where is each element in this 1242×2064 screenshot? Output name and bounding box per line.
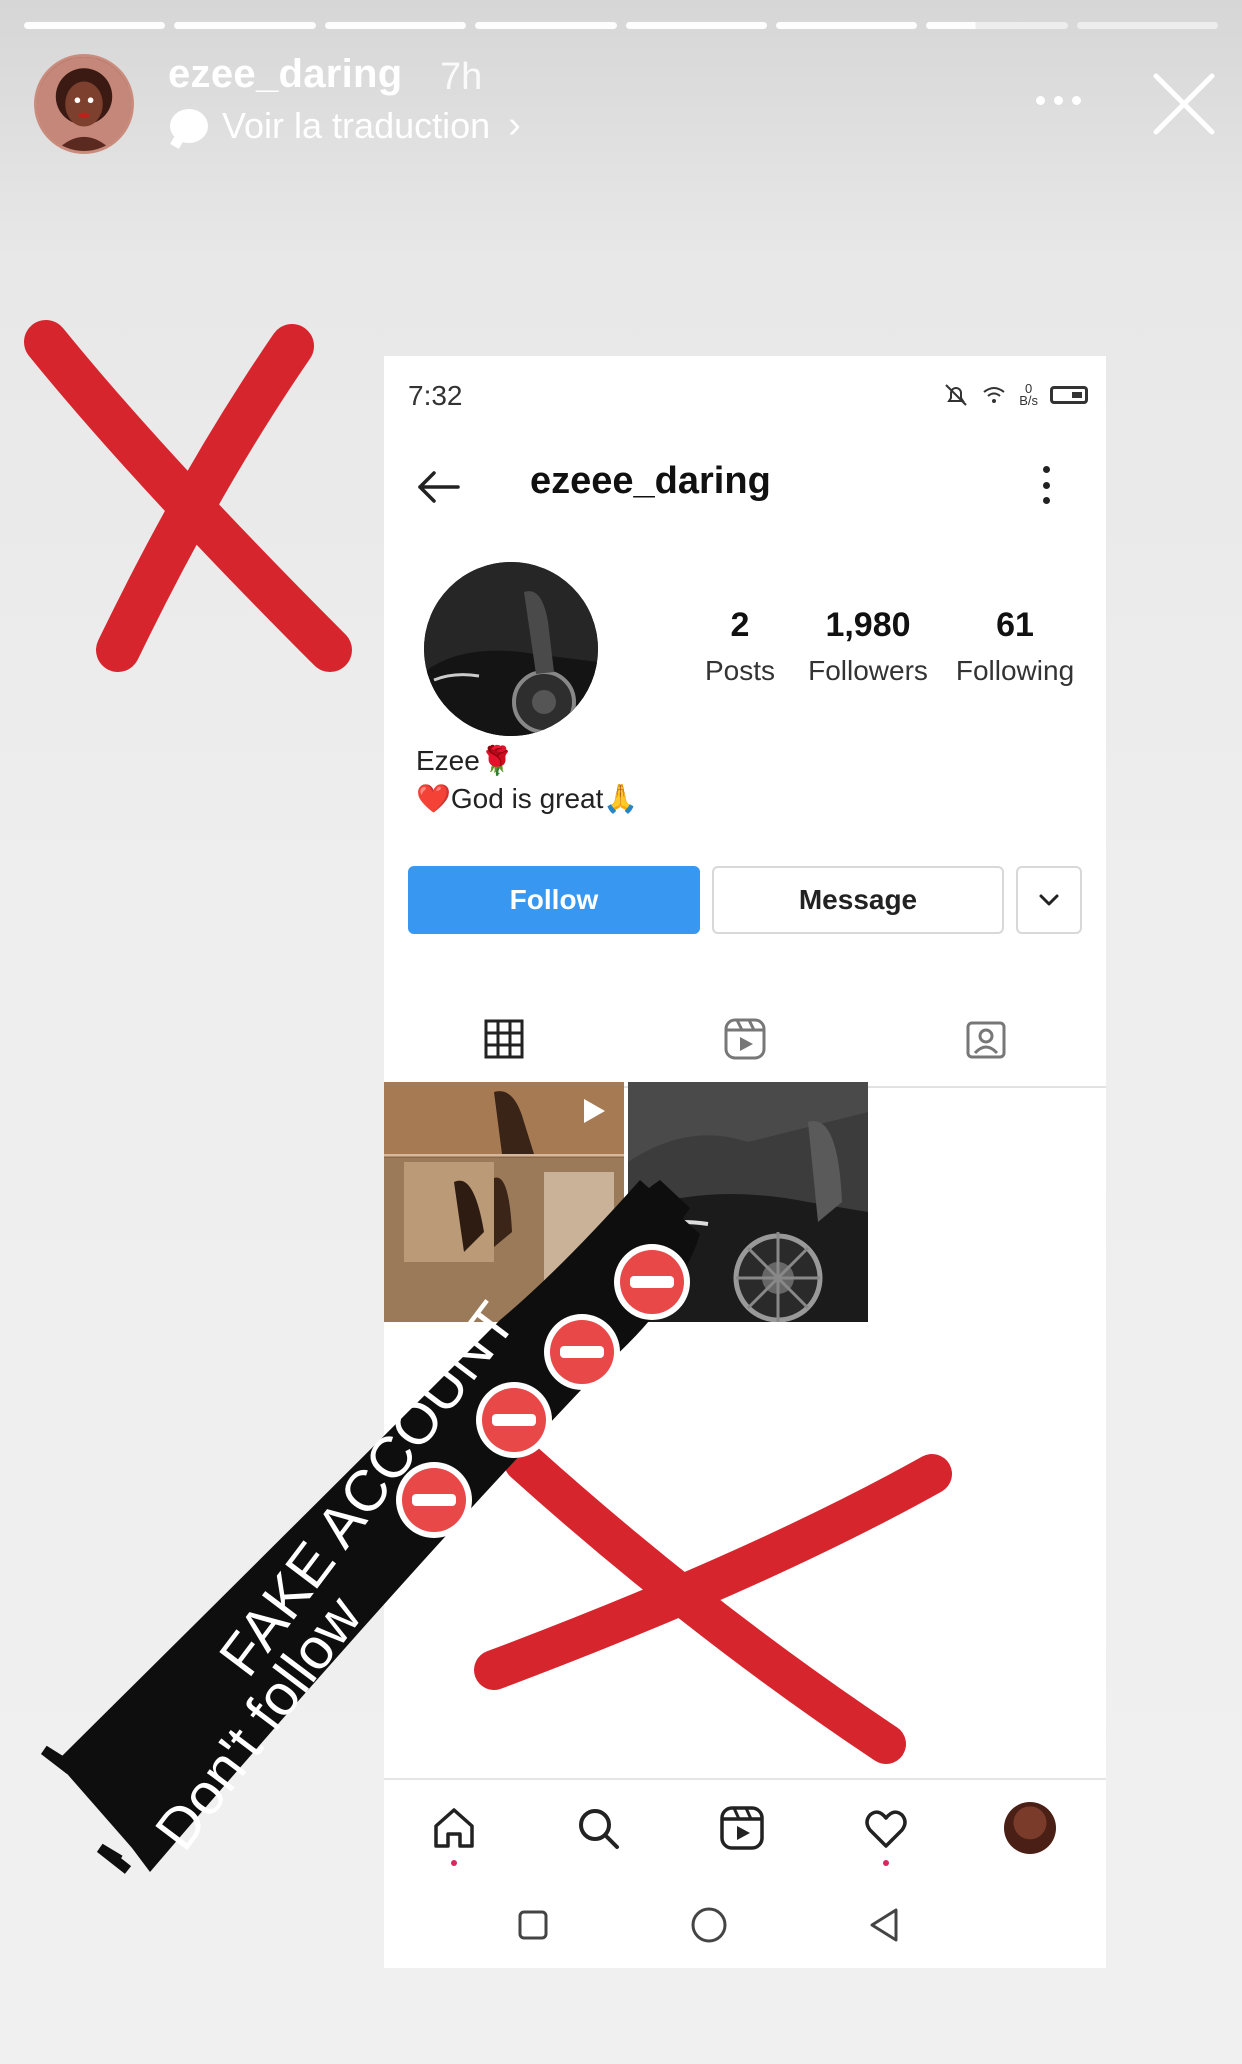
profile-header: ezeee_daring xyxy=(384,452,1106,524)
back-arrow-icon[interactable] xyxy=(414,462,464,512)
status-icons: 0 B/s xyxy=(943,382,1088,408)
stat-value: 1,980 xyxy=(825,606,911,644)
profile-menu-button[interactable] xyxy=(1036,460,1056,510)
notification-dot xyxy=(883,1860,889,1866)
message-button[interactable]: Message xyxy=(712,866,1004,934)
more-options-button[interactable] xyxy=(1036,80,1090,120)
suggested-dropdown-button[interactable] xyxy=(1016,866,1082,934)
home-icon xyxy=(434,1808,474,1848)
profile-username: ezeee_daring xyxy=(530,460,771,502)
bottom-nav xyxy=(384,1778,1106,1878)
nav-activity[interactable] xyxy=(850,1792,922,1866)
notification-dot xyxy=(451,1860,457,1866)
tagged-person-icon xyxy=(966,1021,1006,1059)
tab-reels[interactable] xyxy=(625,990,865,1088)
progress-segment xyxy=(625,22,767,29)
heart-icon xyxy=(865,1810,907,1848)
search-icon xyxy=(579,1809,619,1849)
follow-button[interactable]: Follow xyxy=(408,866,700,934)
progress-segment-current xyxy=(926,22,1068,29)
stat-value: 61 xyxy=(996,606,1034,644)
more-dots-icon xyxy=(1072,95,1081,105)
home-button-icon[interactable] xyxy=(684,1900,734,1950)
bio-text: ❤️God is great🙏 xyxy=(416,782,638,815)
post-grid xyxy=(384,1082,1106,1328)
menu-dot-icon xyxy=(1042,497,1050,504)
nav-home[interactable] xyxy=(418,1792,490,1866)
heart-emoji: ❤️ xyxy=(416,783,451,814)
rose-emoji: 🌹 xyxy=(479,745,515,776)
stat-label: Following xyxy=(955,655,1075,686)
stat-posts[interactable]: 2 Posts xyxy=(680,606,800,687)
profile-screenshot: 7:32 0 B/s ezeee_daring 2 Posts 1,980 Fo… xyxy=(384,356,1106,1968)
progress-segment xyxy=(475,22,617,29)
close-icon[interactable] xyxy=(1150,70,1218,138)
progress-segment xyxy=(775,22,918,29)
menu-dot-icon xyxy=(1042,481,1050,489)
network-speed: 0 B/s xyxy=(1019,381,1038,408)
battery-icon xyxy=(1050,386,1088,404)
story-username[interactable]: ezee_daring xyxy=(168,52,403,97)
status-time: 7:32 xyxy=(408,380,463,411)
recent-apps-icon[interactable] xyxy=(508,1900,558,1950)
stat-label: Posts xyxy=(704,655,776,686)
chevron-right-icon: › xyxy=(508,104,521,146)
progress-segment xyxy=(174,22,316,29)
chevron-down-icon xyxy=(1039,894,1059,906)
profile-avatar-icon xyxy=(1004,1802,1056,1854)
story-progress xyxy=(24,22,1218,29)
menu-dot-icon xyxy=(1042,466,1050,473)
tab-tagged[interactable] xyxy=(866,990,1106,1088)
stat-value: 2 xyxy=(730,606,750,644)
stat-label: Followers xyxy=(808,655,928,686)
more-dots-icon xyxy=(1054,95,1063,105)
stat-following[interactable]: 61 Following xyxy=(940,606,1090,687)
story-avatar[interactable] xyxy=(34,54,134,154)
translate-label: Voir la traduction xyxy=(222,104,491,146)
car-photo xyxy=(424,562,598,736)
post-thumbnail-car[interactable] xyxy=(628,1082,868,1322)
reels-icon xyxy=(720,1806,764,1850)
story-timestamp: 7h xyxy=(440,56,483,98)
android-nav-bar xyxy=(384,1884,1106,1968)
red-cross-mark xyxy=(24,320,352,672)
nav-profile[interactable] xyxy=(994,1792,1066,1864)
bio-name-text: Ezee xyxy=(416,745,480,776)
progress-segment xyxy=(1076,22,1218,29)
avatar-illustration xyxy=(37,57,131,151)
speech-bubble-icon xyxy=(170,108,208,143)
profile-tabs xyxy=(384,990,1106,1090)
progress-segment xyxy=(24,22,166,29)
profile-picture[interactable] xyxy=(424,562,598,736)
grid-icon xyxy=(484,1019,524,1059)
progress-segment xyxy=(324,22,467,29)
back-triangle-icon[interactable] xyxy=(860,1900,910,1950)
play-icon xyxy=(584,1099,605,1123)
bio-text-line: God is great xyxy=(450,783,604,814)
bio-name: Ezee🌹 xyxy=(416,744,515,777)
bell-off-icon xyxy=(945,384,967,406)
more-dots-icon xyxy=(1036,95,1045,105)
reels-icon xyxy=(724,1018,766,1060)
phone-status-bar: 7:32 0 B/s xyxy=(408,380,1088,420)
stat-followers[interactable]: 1,980 Followers xyxy=(788,606,948,687)
pray-emoji: 🙏 xyxy=(603,783,639,814)
translate-link[interactable]: Voir la traduction › xyxy=(170,104,521,147)
nav-reels[interactable] xyxy=(706,1792,778,1864)
car-photo xyxy=(628,1082,868,1322)
nav-search[interactable] xyxy=(562,1792,634,1864)
tab-grid[interactable] xyxy=(384,990,624,1090)
post-thumbnail-video[interactable] xyxy=(384,1082,624,1322)
wifi-icon xyxy=(983,387,1005,403)
